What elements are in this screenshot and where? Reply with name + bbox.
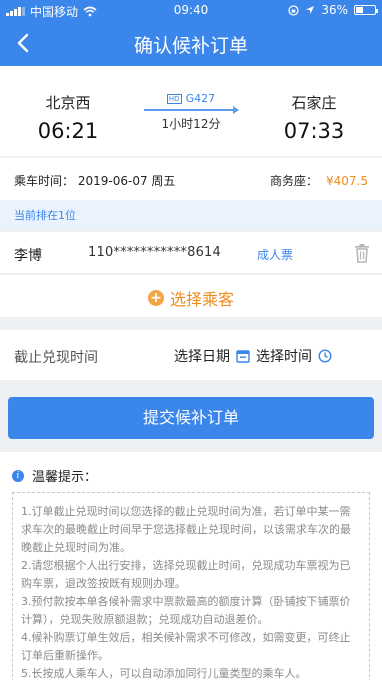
seat-class-label: 商务座： (269, 174, 318, 188)
train-number: G427 (185, 92, 216, 105)
deadline-row: 截止兑现时间 选择日期 选择时间 (0, 330, 382, 380)
notice-box: 1.订单截止兑现时间以您选择的截止兑现时间为准，若订单中某一需求车次的最晚截止时… (12, 492, 370, 680)
queue-position: 当前排在1位 (0, 200, 382, 228)
select-passenger-label: 选择乘客 (169, 290, 234, 309)
arrival-time: 07:33 (283, 119, 345, 143)
select-passenger-button[interactable]: + 选择乘客 (0, 275, 382, 317)
ride-info-row: 乘车时间： 2019-06-07 周五 商务座： ¥407.5 (0, 158, 382, 200)
ride-date-label: 乘车时间： (14, 174, 75, 188)
delete-icon[interactable] (354, 243, 370, 263)
seat-info: 商务座： ¥407.5 (270, 172, 368, 189)
select-date-button[interactable]: 选择日期 (174, 346, 230, 366)
ticket-price: ¥407.5 (326, 174, 368, 188)
ticket-type[interactable]: 成人票 (257, 246, 293, 263)
deadline-label: 截止兑现时间 (14, 350, 98, 366)
departure-station-name: 北京西 (45, 94, 91, 112)
page-title: 确认候补订单 (133, 35, 248, 57)
status-bar: 中国移动 09:40 36% (0, 0, 382, 20)
train-summary: HD G427 1小时12分 (136, 92, 246, 132)
passenger-id-number: 110***********8614 (88, 245, 221, 260)
lock-rotation-icon (288, 4, 299, 16)
battery-percent: 36% (321, 3, 348, 17)
info-icon: i (12, 469, 24, 482)
notice-panel: i 温馨提示： 1.订单截止兑现时间以您选择的截止兑现时间为准，若订单中某一需求… (0, 452, 382, 680)
battery-icon (354, 5, 378, 15)
notice-line: 3.预付款按本单各候补需求中票款最高的额度计算（卧铺按下铺票价计算），兑现失败原… (21, 595, 351, 626)
notice-line: 4.候补购票订单生效后，相关候补需求不可修改，如需变更，可终止订单后重新操作。 (21, 631, 351, 662)
arrival-station: 石家庄 07:33 (264, 92, 364, 143)
notice-line: 1.订单截止兑现时间以您选择的截止兑现时间为准，若订单中某一需求车次的最晚截止时… (21, 505, 351, 554)
ride-date-value: 2019-06-07 周五 (77, 174, 176, 188)
plus-icon: + (147, 290, 164, 306)
arrival-station-name: 石家庄 (291, 94, 337, 112)
travel-duration: 1小时12分 (161, 117, 221, 131)
train-type-tag: HD (166, 93, 182, 104)
departure-time: 06:21 (37, 119, 99, 143)
calendar-icon[interactable] (236, 349, 250, 363)
location-icon (306, 6, 315, 14)
clock-icon[interactable] (318, 349, 332, 363)
nav-bar: 确认候补订单 (0, 20, 382, 66)
passenger-name: 李博 (14, 248, 42, 264)
notice-line: 2.请您根据个人出行安排，选择兑现截止时间，兑现成功车票视为已购车票，退改签按既… (21, 559, 351, 590)
notice-line: 5.长按成人乘车人，可以自动添加同行儿童类型的乘车人。 (21, 667, 307, 680)
submit-order-button[interactable]: 提交候补订单 (8, 397, 374, 439)
ride-date: 乘车时间： 2019-06-07 周五 (14, 172, 175, 189)
notice-title: 温馨提示： (32, 470, 98, 485)
select-time-button[interactable]: 选择时间 (256, 346, 312, 366)
direction-arrow (144, 106, 239, 114)
passenger-row[interactable]: 李博 110***********8614 成人票 (0, 232, 382, 274)
trip-card: 北京西 06:21 HD G427 1小时12分 石家庄 07:33 (0, 66, 382, 156)
departure-station: 北京西 06:21 (18, 92, 118, 143)
